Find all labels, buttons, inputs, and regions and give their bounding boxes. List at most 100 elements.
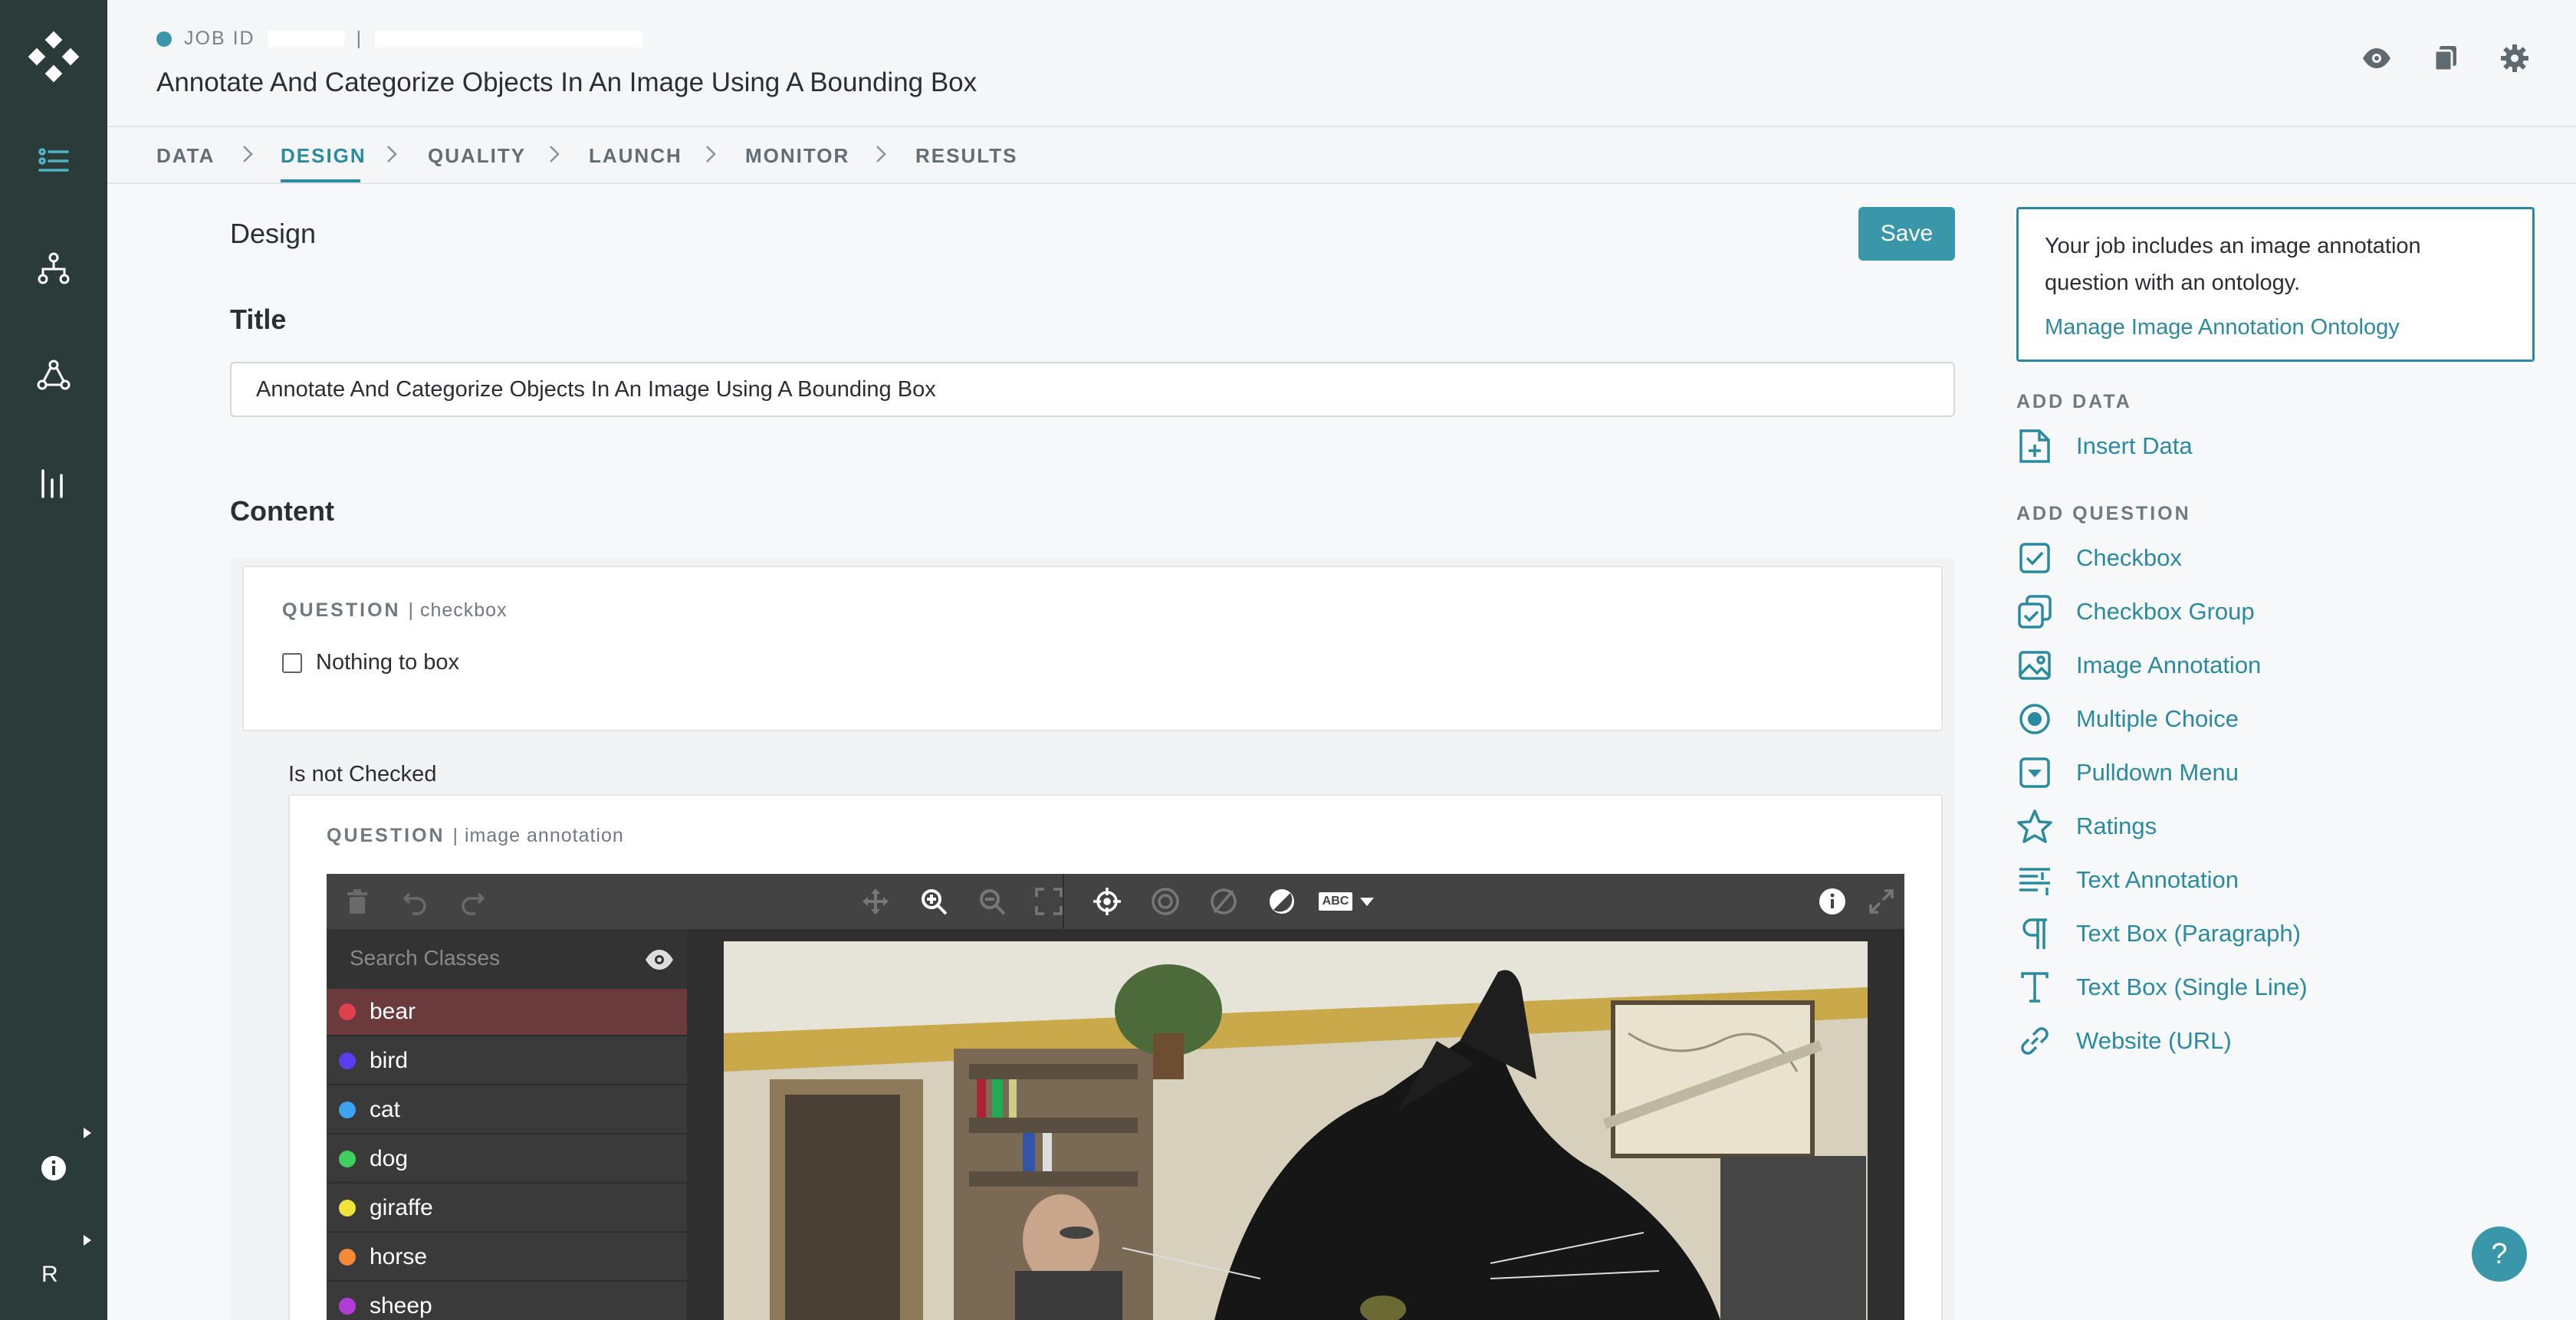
job-id-label: JOB ID (184, 28, 255, 49)
manage-ontology-link[interactable]: Manage Image Annotation Ontology (2045, 315, 2400, 340)
undo-icon[interactable] (400, 886, 431, 917)
add-multiple-choice-link[interactable]: Multiple Choice (2016, 701, 2239, 737)
annotation-canvas[interactable] (687, 929, 1904, 1320)
class-color-dot (339, 1151, 356, 1167)
annotation-tool: ABC bear bird cat dog giraffe horse shee… (327, 874, 1904, 1320)
label-abc-text: ABC (1318, 892, 1353, 911)
tab-launch[interactable]: LAUNCH (589, 144, 682, 168)
trash-icon[interactable] (342, 886, 373, 917)
job-list-icon[interactable] (31, 138, 77, 184)
question-type-label: Checkbox Group (2076, 598, 2255, 625)
add-text-annotation-link[interactable]: Text Annotation (2016, 862, 2239, 898)
target-icon[interactable] (1150, 886, 1181, 917)
question-type-label: Text Box (Paragraph) (2076, 920, 2301, 947)
question-label: QUESTION | checkbox (282, 599, 508, 622)
chevron-right-icon (699, 143, 722, 166)
label-toggle-icon[interactable]: ABC (1313, 886, 1382, 917)
info-icon[interactable] (31, 1145, 77, 1191)
text-annotation-icon (2016, 862, 2053, 898)
expand-chevron-icon[interactable] (80, 1125, 95, 1141)
gear-icon[interactable] (2499, 43, 2530, 74)
annotation-image[interactable] (724, 941, 1868, 1320)
class-item-cat[interactable]: cat (327, 1087, 687, 1134)
add-image-annotation-link[interactable]: Image Annotation (2016, 647, 2261, 684)
class-item-dog[interactable]: dog (327, 1136, 687, 1184)
checkbox-group-icon (2016, 593, 2053, 630)
fullscreen-icon[interactable] (1866, 886, 1897, 917)
tab-quality[interactable]: QUALITY (428, 144, 526, 168)
fit-screen-icon[interactable] (1033, 886, 1064, 917)
insert-data-link[interactable]: Insert Data (2016, 428, 2193, 465)
class-item-bear[interactable]: bear (327, 989, 687, 1036)
copy-icon[interactable] (2430, 43, 2461, 74)
class-item-bird[interactable]: bird (327, 1038, 687, 1085)
bar-chart-icon[interactable] (31, 460, 77, 506)
class-name: dog (370, 1146, 409, 1171)
hide-annotations-icon[interactable] (1208, 886, 1239, 917)
eye-icon[interactable] (644, 944, 675, 975)
job-status-dot (156, 31, 172, 47)
job-title: Annotate And Categorize Objects In An Im… (156, 67, 978, 97)
class-search-input[interactable] (350, 943, 626, 974)
job-header: JOB ID | Annotate And Categorize Objects… (107, 0, 2576, 127)
workflow-icon[interactable] (31, 245, 77, 291)
question-type-label: Ratings (2076, 813, 2157, 839)
help-button[interactable]: ? (2472, 1226, 2527, 1282)
add-checkbox-link[interactable]: Checkbox (2016, 540, 2182, 576)
network-icon[interactable] (31, 353, 77, 399)
chevron-right-icon (236, 143, 259, 166)
checkbox-question-card[interactable]: QUESTION | checkbox Nothing to box (242, 566, 1943, 731)
zoom-in-icon[interactable] (918, 886, 949, 917)
question-label-text: QUESTION (282, 599, 401, 621)
class-color-dot (339, 1249, 356, 1266)
class-name: bear (370, 999, 416, 1024)
checkbox-input[interactable] (282, 652, 302, 673)
workflow-tabs: DATA DESIGN QUALITY LAUNCH MONITOR RESUL… (107, 129, 2576, 184)
class-name: horse (370, 1244, 428, 1269)
job-name-redacted (375, 30, 644, 48)
tab-results[interactable]: RESULTS (915, 144, 1017, 168)
expand-chevron-icon-2[interactable] (80, 1233, 95, 1248)
save-button[interactable]: Save (1858, 207, 1955, 261)
tab-data[interactable]: DATA (156, 144, 215, 168)
info-icon[interactable] (1817, 886, 1848, 917)
link-icon (2016, 1023, 2053, 1059)
question-type-label: Pulldown Menu (2076, 759, 2239, 786)
crosshair-icon[interactable] (1092, 886, 1122, 917)
star-icon (2016, 808, 2053, 845)
class-color-dot (339, 1052, 356, 1069)
move-icon[interactable] (860, 886, 891, 917)
class-name: cat (370, 1097, 401, 1122)
zoom-out-icon[interactable] (977, 886, 1007, 917)
checkbox-option[interactable]: Nothing to box (282, 650, 459, 675)
question-type-label: Image Annotation (2076, 652, 2262, 678)
tab-design[interactable]: DESIGN (281, 144, 366, 168)
job-id-redacted (267, 30, 344, 48)
text-t-icon (2016, 969, 2053, 1006)
chevron-right-icon (380, 143, 403, 166)
class-name: bird (370, 1048, 409, 1073)
eye-icon[interactable] (2361, 43, 2392, 74)
add-checkbox-group-link[interactable]: Checkbox Group (2016, 593, 2255, 630)
chevron-right-icon (869, 143, 892, 166)
question-type-label: Multiple Choice (2076, 705, 2239, 732)
contrast-icon[interactable] (1267, 886, 1297, 917)
class-color-dot (339, 1102, 356, 1118)
logo-icon[interactable] (28, 31, 80, 83)
class-item-sheep[interactable]: sheep (327, 1283, 687, 1320)
add-pulldown-menu-link[interactable]: Pulldown Menu (2016, 754, 2239, 791)
add-text-box-single-line-link[interactable]: Text Box (Single Line) (2016, 969, 2308, 1006)
title-input[interactable] (230, 362, 1955, 417)
class-item-giraffe[interactable]: giraffe (327, 1185, 687, 1233)
add-text-box-paragraph-link[interactable]: Text Box (Paragraph) (2016, 915, 2301, 952)
tab-monitor[interactable]: MONITOR (745, 144, 849, 168)
add-question-heading: ADD QUESTION (2016, 503, 2191, 524)
user-avatar[interactable]: R (41, 1262, 58, 1288)
job-id-row: JOB ID | (156, 28, 644, 50)
add-website-url-link[interactable]: Website (URL) (2016, 1023, 2232, 1059)
page-title: Design (230, 218, 317, 249)
add-ratings-link[interactable]: Ratings (2016, 808, 2157, 845)
class-item-horse[interactable]: horse (327, 1234, 687, 1282)
redo-icon[interactable] (457, 886, 488, 917)
question-type-label: Website (URL) (2076, 1027, 2232, 1054)
